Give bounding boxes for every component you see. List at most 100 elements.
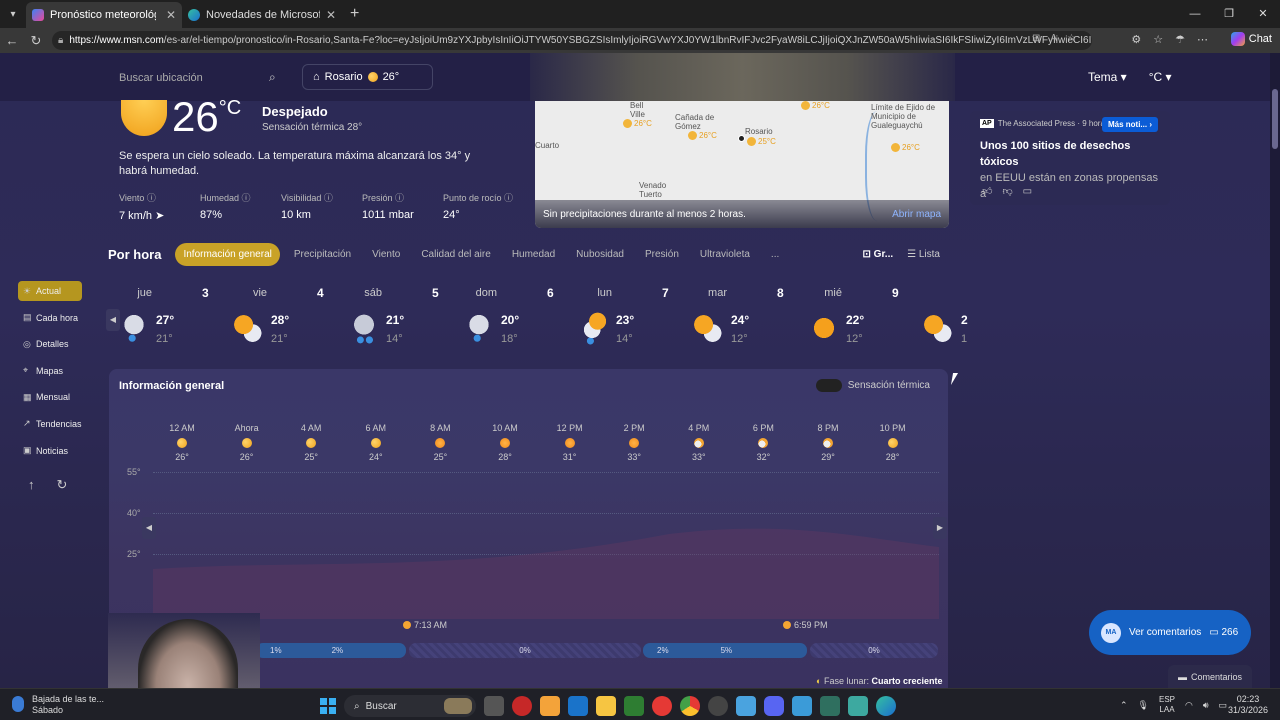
more-news-button[interactable]: Más noti... › <box>1101 117 1158 132</box>
map-temp-marker[interactable]: 25°C <box>747 137 776 146</box>
tab-edge-news[interactable]: Novedades de Microsoft Edge ✕ <box>182 2 342 28</box>
day-column[interactable]: lun 7 23° 14° <box>574 283 689 353</box>
ad-banner[interactable] <box>530 53 955 101</box>
system-clock[interactable]: 02:23 31/3/2026 <box>1228 694 1268 716</box>
edge-icon[interactable] <box>876 696 896 716</box>
tab-overview[interactable]: Información general <box>175 242 280 266</box>
nav-news[interactable]: ▣ Noticias <box>18 441 82 461</box>
hour-column[interactable]: 8 PM 29° <box>808 423 848 462</box>
taskbar-search[interactable]: ⌕ Buscar <box>344 695 476 717</box>
hour-column[interactable]: 12 PM 31° <box>550 423 590 462</box>
like-icon[interactable]: 👍︎ <box>982 186 1002 197</box>
day-column[interactable]: mié 9 22° 12° <box>804 283 919 353</box>
hour-column[interactable]: 10 PM 28° <box>873 423 913 462</box>
chart-prev-arrow[interactable]: ◀ <box>142 517 156 539</box>
day-column[interactable]: dom 6 20° 18° <box>459 283 574 353</box>
dislike-icon[interactable]: 👎︎ <box>1002 186 1022 197</box>
minimize-icon[interactable]: — <box>1178 0 1212 28</box>
hour-column[interactable]: 2 PM 33° <box>614 423 654 462</box>
tab-wind[interactable]: Viento <box>372 249 400 260</box>
graph-view-button[interactable]: ⊡ Gr... <box>863 249 894 260</box>
comment-icon[interactable]: ▭ <box>1023 186 1042 197</box>
location-search[interactable]: Buscar ubicación ⌕ <box>119 70 289 85</box>
hour-column[interactable]: 12 AM 26° <box>162 423 202 462</box>
tab-pressure[interactable]: Presión <box>645 249 679 260</box>
close-window-icon[interactable]: ✕ <box>1246 0 1280 28</box>
refresh-icon[interactable]: ↻ <box>57 477 68 493</box>
page-scrollbar[interactable] <box>1270 53 1280 688</box>
hour-column[interactable]: Ahora 26° <box>227 423 267 462</box>
url-field[interactable]: 🔒︎ https://www.msn.com/es-ar/el-tiempo/p… <box>52 31 1092 50</box>
tray-chevron-icon[interactable]: ⌃ <box>1120 700 1128 711</box>
hour-column[interactable]: 6 AM 24° <box>356 423 396 462</box>
tab-weather[interactable]: Pronóstico meteorológico de Ros ✕ <box>26 2 182 28</box>
nav-details[interactable]: ◎ Detalles <box>18 334 82 354</box>
open-map-link[interactable]: Abrir mapa <box>892 209 941 220</box>
notepad-icon[interactable] <box>736 696 756 716</box>
close-tab-icon[interactable]: ✕ <box>166 8 176 22</box>
hour-column[interactable]: 8 AM 25° <box>420 423 460 462</box>
day-column[interactable]: mar 8 24° 12° <box>689 283 804 353</box>
search-icon[interactable]: ⌕ <box>269 70 276 85</box>
app-icon[interactable] <box>624 696 644 716</box>
view-comments-button[interactable]: MA Ver comentarios ▭ 266 <box>1089 610 1251 655</box>
list-view-button[interactable]: ☰ Lista <box>907 249 940 260</box>
scroll-top-icon[interactable]: ↑ <box>28 477 35 493</box>
app-icon[interactable] <box>512 696 532 716</box>
chart-next-arrow[interactable]: ▶ <box>933 517 947 539</box>
map-temp-marker[interactable]: 26°C <box>688 131 717 140</box>
file-explorer-icon[interactable] <box>596 696 616 716</box>
wifi-icon[interactable]: ◠ <box>1185 700 1193 711</box>
language-indicator[interactable]: ESP LAA <box>1159 695 1175 715</box>
hour-column[interactable]: 4 AM 25° <box>291 423 331 462</box>
weather-map[interactable]: Bell Ville Cañada de Gómez Rosario Venad… <box>535 101 949 228</box>
search-input[interactable]: Buscar ubicación <box>119 72 203 84</box>
chrome-icon[interactable] <box>680 696 700 716</box>
day-column[interactable]: sáb 5 21° 14° <box>344 283 459 353</box>
refresh-icon[interactable]: ↻ <box>24 33 48 49</box>
tab-precipitation[interactable]: Precipitación <box>294 249 351 260</box>
map-temp-marker[interactable]: 26°C <box>623 119 652 128</box>
task-view-icon[interactable] <box>484 696 504 716</box>
tab-more[interactable]: ... <box>771 249 779 260</box>
nav-trends[interactable]: ↗ Tendencias <box>18 414 82 434</box>
app-icon[interactable] <box>820 696 840 716</box>
day-column[interactable]: jue 3 27° 21° <box>114 283 229 353</box>
scrollbar-thumb[interactable] <box>1272 89 1278 149</box>
map-temp-marker[interactable]: 26°C <box>801 101 830 110</box>
discord-icon[interactable] <box>764 696 784 716</box>
comments-tab[interactable]: ▬ Comentarios <box>1168 665 1252 688</box>
day-column[interactable]: 2 1 <box>919 283 1034 353</box>
app-icon[interactable] <box>708 696 728 716</box>
battery-icon[interactable]: ▭ <box>1219 700 1228 711</box>
hour-column[interactable]: 10 AM 28° <box>485 423 525 462</box>
day-column[interactable]: vie 4 28° 21° <box>229 283 344 353</box>
volume-icon[interactable]: 🔊︎ <box>1203 700 1209 711</box>
theme-dropdown[interactable]: Tema ▾ <box>1088 70 1127 84</box>
weather-widget[interactable]: Bajada de las te... Sábado <box>12 694 104 716</box>
app-icon[interactable] <box>848 696 868 716</box>
tab-humidity[interactable]: Humedad <box>512 249 555 260</box>
restore-icon[interactable]: ❐ <box>1212 0 1246 28</box>
home-location-pill[interactable]: ⌂ Rosario 26° <box>302 64 433 90</box>
app-icon[interactable] <box>652 696 672 716</box>
hour-column[interactable]: 4 PM 33° <box>679 423 719 462</box>
windows-start-icon[interactable] <box>320 698 336 714</box>
toolbar-icons[interactable]: ⚙☆☂⋯ <box>1131 33 1220 46</box>
copilot-chat-button[interactable]: Chat <box>1230 32 1272 46</box>
url-action-icons[interactable]: ⊞A☆ <box>1032 33 1086 44</box>
hour-column[interactable]: 6 PM 32° <box>743 423 783 462</box>
nav-monthly[interactable]: ▦ Mensual <box>18 387 82 407</box>
tab-cloudiness[interactable]: Nubosidad <box>576 249 624 260</box>
tab-air-quality[interactable]: Calidad del aire <box>421 249 491 260</box>
nav-current[interactable]: ☀ Actual <box>18 281 82 301</box>
tab-uv[interactable]: Ultravioleta <box>700 249 750 260</box>
tab-actions-icon[interactable]: ▾ <box>0 0 26 28</box>
nav-hourly[interactable]: ▤ Cada hora <box>18 308 82 328</box>
news-card[interactable]: AP The Associated Press · 9 hora Más noti… <box>970 111 1170 205</box>
outlook-icon[interactable] <box>568 696 588 716</box>
store-icon[interactable] <box>540 696 560 716</box>
photos-icon[interactable] <box>792 696 812 716</box>
close-tab-icon[interactable]: ✕ <box>326 8 336 22</box>
map-temp-marker[interactable]: 26°C <box>891 143 920 152</box>
